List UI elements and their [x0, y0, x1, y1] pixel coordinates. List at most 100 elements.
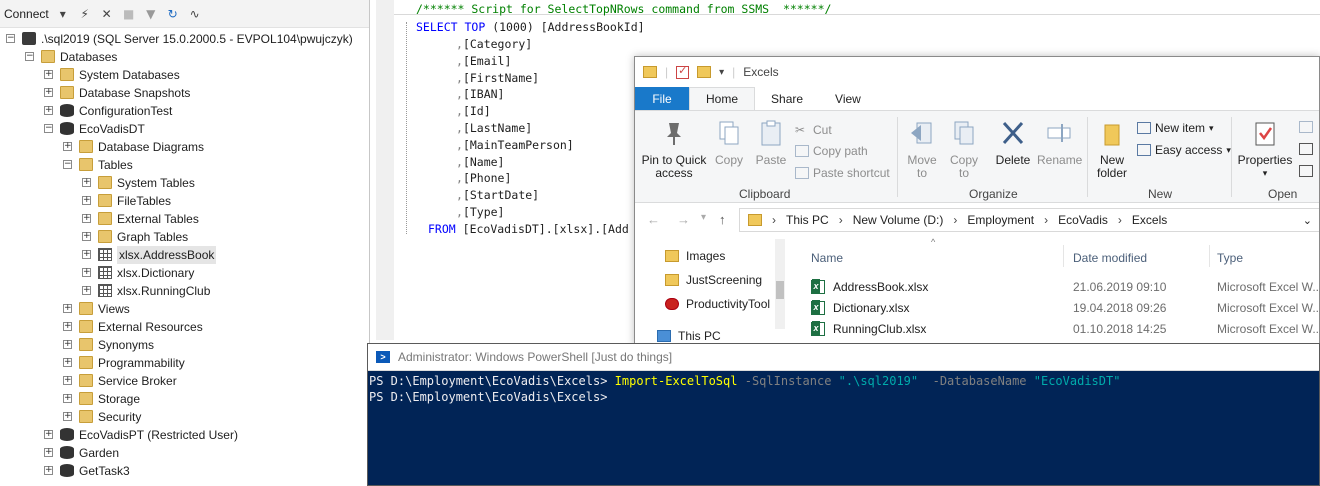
tree-node[interactable]: + System Databases — [0, 66, 368, 84]
history-icon[interactable] — [1299, 165, 1313, 177]
copy-path-button[interactable]: Copy path — [795, 144, 868, 158]
refresh-icon[interactable]: ↻ — [165, 6, 181, 22]
tree-node[interactable]: − EcoVadisDT — [0, 120, 368, 138]
breadcrumb-item[interactable]: This PC — [786, 213, 829, 227]
expand-icon[interactable]: + — [44, 448, 53, 457]
nav-item-justscreening[interactable]: JustScreening — [665, 273, 762, 287]
expand-icon[interactable]: + — [82, 178, 91, 187]
move-to-button[interactable]: Move to — [903, 119, 941, 180]
connect-button[interactable]: Connect — [4, 7, 49, 21]
stop-icon[interactable]: ■ — [121, 6, 137, 22]
tree-node[interactable]: + ConfigurationTest — [0, 102, 368, 120]
tree-node[interactable]: + Graph Tables — [0, 228, 368, 246]
pin-to-quick-access-button[interactable]: Pin to Quick access — [641, 119, 707, 180]
tree-node[interactable]: − Tables — [0, 156, 368, 174]
properties-quick-icon[interactable] — [676, 64, 690, 79]
tree-node[interactable]: + Storage — [0, 390, 368, 408]
breadcrumb-item[interactable]: New Volume (D:) — [853, 213, 944, 227]
column-header-name[interactable]: Name — [811, 251, 843, 265]
tree-node[interactable]: + FileTables — [0, 192, 368, 210]
address-dropdown-icon[interactable]: ⌄ — [1303, 214, 1312, 227]
file-row[interactable]: RunningClub.xlsx 01.10.2018 14:25 Microsof… — [795, 319, 1319, 339]
copy-button[interactable]: Copy — [711, 119, 747, 167]
nav-scrollbar[interactable] — [775, 239, 785, 329]
disconnect-icon[interactable]: ✕ — [99, 6, 115, 22]
tree-node[interactable]: + xlsx.RunningClub — [0, 282, 368, 300]
expand-icon[interactable]: + — [44, 430, 53, 439]
new-item-button[interactable]: New item ▾ — [1137, 121, 1214, 135]
expand-icon[interactable]: + — [82, 250, 91, 259]
column-header-type[interactable]: Type — [1217, 251, 1243, 265]
powershell-console[interactable]: PS D:\Employment\EcoVadis\Excels> Import… — [368, 371, 1319, 485]
collapse-icon[interactable]: − — [25, 52, 34, 61]
file-row[interactable]: AddressBook.xlsx 21.06.2019 09:10 Microsof… — [795, 277, 1319, 297]
expand-icon[interactable]: + — [63, 304, 72, 313]
expand-icon[interactable]: + — [82, 214, 91, 223]
tree-node[interactable]: + External Tables — [0, 210, 368, 228]
properties-button[interactable]: Properties ▾ — [1237, 119, 1293, 180]
expand-icon[interactable]: + — [82, 232, 91, 241]
expand-icon[interactable]: + — [63, 322, 72, 331]
connect-plug-icon[interactable]: ⚡ — [77, 6, 93, 22]
breadcrumb-item[interactable]: EcoVadis — [1058, 213, 1108, 227]
tree-node[interactable]: − .\sql2019 (SQL Server 15.0.2000.5 - EVP… — [0, 30, 368, 48]
tree-node[interactable]: + xlsx.AddressBook — [0, 246, 368, 264]
expand-icon[interactable]: + — [44, 466, 53, 475]
filter-icon[interactable]: ▼ — [143, 6, 159, 22]
nav-item-images[interactable]: Images — [665, 249, 725, 263]
quick-access-dropdown-icon[interactable]: ▾ — [719, 67, 724, 78]
nav-item-this-pc[interactable]: This PC — [657, 329, 721, 343]
expand-icon[interactable]: + — [82, 286, 91, 295]
copy-to-button[interactable]: Copy to — [945, 119, 983, 180]
expand-icon[interactable]: + — [63, 340, 72, 349]
expand-icon[interactable]: + — [82, 196, 91, 205]
expand-icon[interactable]: + — [63, 412, 72, 421]
open-icon[interactable] — [1299, 121, 1313, 133]
delete-button[interactable]: Delete — [993, 119, 1033, 167]
paste-shortcut-button[interactable]: Paste shortcut — [795, 166, 890, 180]
tree-node[interactable]: − Databases — [0, 48, 368, 66]
tree-node[interactable]: + Database Snapshots — [0, 84, 368, 102]
collapse-icon[interactable]: − — [63, 160, 72, 169]
tree-node[interactable]: + GetTask3 — [0, 462, 368, 480]
tree-node[interactable]: + Garden — [0, 444, 368, 462]
forward-arrow-icon[interactable]: → — [677, 212, 690, 227]
new-folder-button[interactable]: New folder — [1093, 119, 1131, 180]
expand-icon[interactable]: + — [63, 376, 72, 385]
connect-dropdown-icon[interactable]: ▾ — [55, 6, 71, 22]
collapse-icon[interactable]: − — [44, 124, 53, 133]
tab-view[interactable]: View — [819, 87, 877, 110]
column-header-date-modified[interactable]: Date modified — [1073, 251, 1147, 265]
tree-node[interactable]: + xlsx.Dictionary — [0, 264, 368, 282]
expand-icon[interactable]: + — [63, 142, 72, 151]
expand-icon[interactable]: + — [44, 106, 53, 115]
paste-button[interactable]: Paste — [753, 119, 789, 167]
tab-file[interactable]: File — [635, 87, 689, 110]
easy-access-button[interactable]: Easy access ▾ — [1137, 143, 1231, 157]
address-bar[interactable]: › This PC › New Volume (D:) › Employment… — [739, 208, 1319, 232]
expand-icon[interactable]: + — [82, 268, 91, 277]
rename-button[interactable]: Rename — [1037, 119, 1082, 167]
tree-node[interactable]: + Database Diagrams — [0, 138, 368, 156]
tab-home[interactable]: Home — [689, 87, 756, 110]
activity-monitor-icon[interactable]: ∿ — [187, 6, 203, 22]
new-folder-quick-icon[interactable] — [697, 66, 712, 78]
tab-share[interactable]: Share — [755, 87, 819, 110]
up-arrow-icon[interactable]: ↑ — [719, 212, 726, 227]
file-row[interactable]: Dictionary.xlsx 19.04.2018 09:26 Microsoft… — [795, 298, 1319, 318]
cut-button[interactable]: ✂ Cut — [795, 123, 832, 137]
expand-icon[interactable]: + — [44, 70, 53, 79]
expand-icon[interactable]: + — [63, 394, 72, 403]
recent-dropdown-icon[interactable]: ▾ — [701, 212, 706, 223]
tree-node[interactable]: + Views — [0, 300, 368, 318]
tree-node[interactable]: + EcoVadisPT (Restricted User) — [0, 426, 368, 444]
tree-node[interactable]: + System Tables — [0, 174, 368, 192]
edit-icon[interactable] — [1299, 143, 1313, 155]
back-arrow-icon[interactable]: ← — [647, 212, 660, 227]
nav-item-productivitytool[interactable]: ProductivityTool — [665, 297, 770, 311]
tree-node[interactable]: + External Resources — [0, 318, 368, 336]
tree-node[interactable]: + Synonyms — [0, 336, 368, 354]
collapse-icon[interactable]: − — [6, 34, 15, 43]
expand-icon[interactable]: + — [44, 88, 53, 97]
tree-node[interactable]: + Service Broker — [0, 372, 368, 390]
